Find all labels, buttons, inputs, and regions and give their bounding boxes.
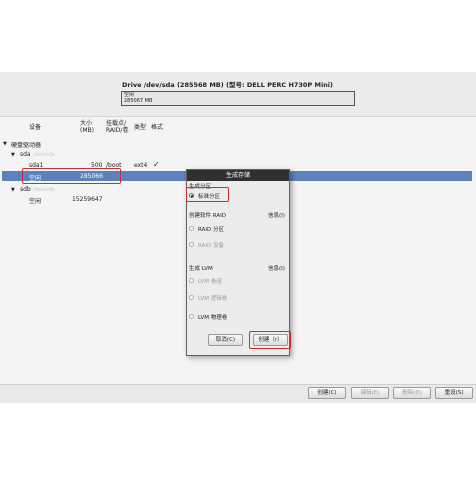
dialog-title: 生成存储: [225, 172, 250, 179]
raid-info-link[interactable]: 信息(I): [268, 211, 285, 219]
expander-icon[interactable]: ▼: [3, 141, 7, 147]
radio-lvm-pv[interactable]: [189, 314, 194, 319]
drive-free-space-bar[interactable]: [121, 91, 355, 106]
option-lvm-lv-label: LVM 逻辑卷: [198, 296, 228, 302]
expander-icon[interactable]: ▼: [11, 152, 15, 158]
option-lvm-pv-label[interactable]: LVM 物理卷: [198, 313, 227, 321]
toolbar-delete-button: 删除(D): [393, 387, 431, 399]
toolbar-edit-button: 编辑(E): [351, 387, 389, 399]
radio-raid-device: [189, 242, 194, 247]
highlight-box: [249, 331, 291, 349]
section-software-raid: 创建软件 RAID: [189, 213, 226, 219]
col-header-device: 设备: [29, 124, 42, 131]
col-header-type: 类型: [134, 124, 147, 131]
radio-raid-partition[interactable]: [189, 226, 194, 231]
section-create-lvm: 生成 LVM: [189, 266, 213, 272]
format-check-icon: ✓: [153, 160, 160, 169]
expander-icon[interactable]: ▼: [11, 187, 15, 193]
radio-lvm-vg: [189, 278, 194, 283]
highlight-box: [186, 187, 229, 202]
option-lvm-vg-label: LVM 卷组: [198, 279, 222, 285]
tree-item-sda-path: /dev/sda: [33, 152, 55, 158]
tree-item-sdb-path: /dev/sdb: [33, 187, 55, 193]
option-raid-partition-label[interactable]: RAID 分区: [198, 225, 224, 233]
option-raid-device-label: RAID 设备: [198, 243, 224, 249]
toolbar-reset-button[interactable]: 重设(S): [435, 387, 473, 399]
row-sdb-free-device[interactable]: 空闲: [29, 196, 41, 205]
drive-bar-size: 285067 MB: [124, 98, 153, 104]
row-sda1-type: ext4: [134, 162, 148, 169]
drive-title: Drive /dev/sda (285568 MB) (型号: DELL PER…: [122, 81, 333, 89]
tree-item-sdb[interactable]: sdb: [20, 186, 31, 193]
cancel-button[interactable]: 取消(C): [208, 334, 243, 346]
col-header-size: 大小 (MB): [80, 120, 94, 134]
toolbar-create-button[interactable]: 创建(C): [308, 387, 346, 399]
col-header-mount: 挂载点/ RAID/卷: [106, 120, 129, 134]
tree-item-sda[interactable]: sda: [20, 151, 31, 158]
radio-lvm-lv: [189, 295, 194, 300]
row-sdb-free-size: 15259647: [72, 196, 103, 203]
group-hard-drives[interactable]: 硬盘驱动器: [11, 140, 41, 149]
lvm-info-link[interactable]: 信息(I): [268, 264, 285, 272]
highlight-box: [22, 168, 121, 184]
col-header-format: 格式: [151, 124, 164, 131]
